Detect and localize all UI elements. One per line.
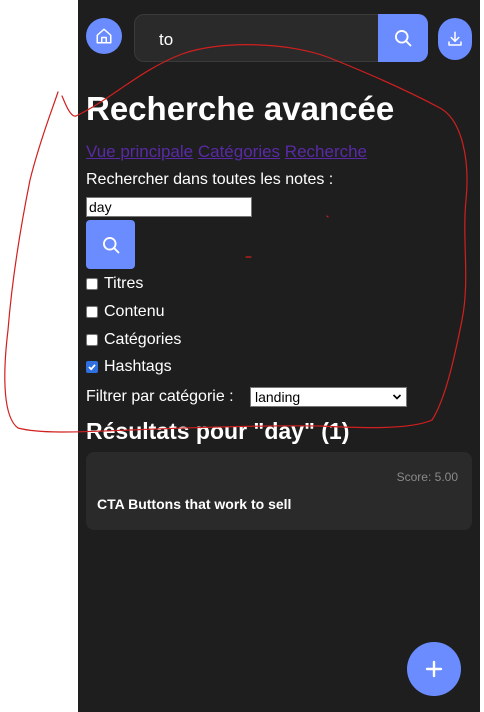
- checkbox-box[interactable]: [86, 361, 98, 373]
- home-icon: [96, 28, 112, 44]
- filter-label: Filtrer par catégorie :: [86, 388, 234, 405]
- checkmark-icon: [88, 364, 96, 371]
- checkbox-titles[interactable]: Titres: [86, 275, 143, 293]
- link-search[interactable]: Recherche: [285, 142, 367, 161]
- window-edge: [480, 0, 484, 712]
- result-card[interactable]: Score: 5.00 CTA Buttons that work to sel…: [86, 452, 472, 530]
- result-title: CTA Buttons that work to sell: [97, 496, 292, 512]
- checkbox-label: Titres: [104, 275, 144, 292]
- page-title: Recherche avancée: [86, 90, 395, 127]
- home-button[interactable]: [86, 18, 122, 54]
- checkbox-box[interactable]: [86, 306, 98, 318]
- checkbox-box[interactable]: [86, 334, 98, 346]
- checkbox-categories[interactable]: Catégories: [86, 331, 181, 349]
- search-icon: [102, 236, 119, 253]
- category-select-value: landing: [255, 389, 301, 405]
- link-categories[interactable]: Catégories: [198, 142, 280, 161]
- result-score: Score: 5.00: [396, 470, 458, 484]
- app-panel: to Recherche avancée Vue principale Caté…: [78, 0, 480, 712]
- checkbox-label: Catégories: [104, 331, 182, 348]
- plus-icon: [425, 660, 443, 678]
- search-input[interactable]: to: [159, 30, 173, 50]
- category-select[interactable]: landing: [250, 387, 407, 407]
- checkbox-label: Hashtags: [104, 358, 172, 375]
- download-icon: [448, 31, 462, 46]
- checkbox-box[interactable]: [86, 278, 98, 290]
- search-label: Rechercher dans toutes les notes :: [86, 171, 334, 188]
- search-notes-input[interactable]: day: [86, 197, 252, 217]
- checkbox-label: Contenu: [104, 303, 165, 320]
- checkbox-hashtags[interactable]: Hashtags: [86, 358, 172, 376]
- link-main-view[interactable]: Vue principale: [86, 142, 193, 161]
- search-notes-button[interactable]: [86, 220, 135, 269]
- checkbox-content[interactable]: Contenu: [86, 303, 165, 321]
- add-note-button[interactable]: [407, 642, 461, 696]
- download-button[interactable]: [438, 18, 472, 60]
- breadcrumb: Vue principale Catégories Recherche: [86, 142, 367, 162]
- chevron-down-icon: [392, 394, 402, 400]
- results-title: Résultats pour "day" (1): [86, 418, 350, 444]
- search-button[interactable]: [378, 14, 428, 62]
- search-icon: [395, 30, 412, 47]
